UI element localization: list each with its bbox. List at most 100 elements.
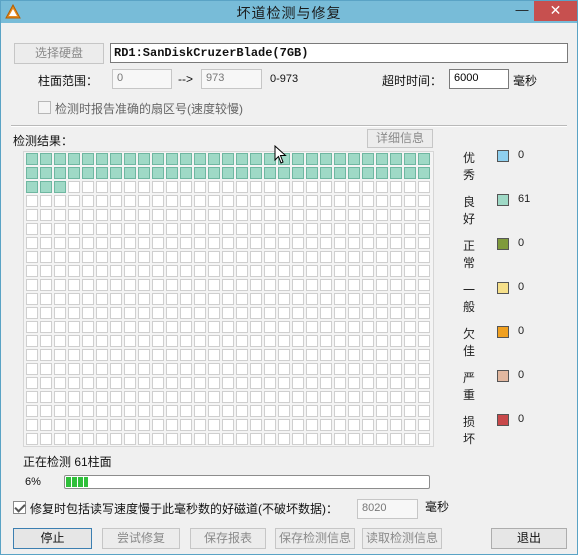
sector-cell-pending bbox=[68, 433, 80, 445]
sector-cell-pending bbox=[68, 265, 80, 277]
sector-cell-pending bbox=[250, 377, 262, 389]
sector-cell-pending bbox=[54, 335, 66, 347]
details-button[interactable]: 详细信息 bbox=[367, 129, 433, 148]
sector-cell-pending bbox=[264, 335, 276, 347]
sector-cell-pending bbox=[194, 419, 206, 431]
sector-cell-pending bbox=[166, 223, 178, 235]
sector-cell-pending bbox=[180, 307, 192, 319]
range-end-input[interactable]: 973 bbox=[201, 69, 262, 89]
sector-cell-good bbox=[376, 153, 388, 165]
sector-cell-pending bbox=[236, 209, 248, 221]
sector-cell-pending bbox=[292, 349, 304, 361]
sector-cell-pending bbox=[278, 195, 290, 207]
sector-cell-pending bbox=[376, 321, 388, 333]
sector-cell-pending bbox=[362, 377, 374, 389]
sector-cell-pending bbox=[194, 181, 206, 193]
sector-cell-pending bbox=[124, 405, 136, 417]
sector-cell-good bbox=[292, 153, 304, 165]
try-repair-button[interactable]: 尝试修复 bbox=[102, 528, 180, 549]
sector-cell-good bbox=[138, 167, 150, 179]
mouse-cursor-icon bbox=[274, 145, 287, 164]
sector-cell-pending bbox=[222, 223, 234, 235]
close-button[interactable]: ✕ bbox=[534, 1, 577, 21]
sector-cell-pending bbox=[68, 321, 80, 333]
sector-cell-pending bbox=[418, 223, 430, 235]
sector-cell-pending bbox=[404, 237, 416, 249]
sector-cell-pending bbox=[166, 433, 178, 445]
sector-cell-pending bbox=[404, 195, 416, 207]
sector-cell-pending bbox=[26, 209, 38, 221]
sector-cell-pending bbox=[404, 209, 416, 221]
repair-threshold-input[interactable]: 8020 bbox=[357, 499, 418, 519]
sector-cell-pending bbox=[222, 293, 234, 305]
select-drive-button[interactable]: 选择硬盘 bbox=[14, 43, 104, 64]
sector-cell-pending bbox=[26, 195, 38, 207]
sector-cell-pending bbox=[376, 181, 388, 193]
sector-cell-pending bbox=[68, 181, 80, 193]
sector-cell-pending bbox=[306, 279, 318, 291]
sector-cell-pending bbox=[68, 405, 80, 417]
sector-cell-pending bbox=[306, 293, 318, 305]
sector-cell-pending bbox=[278, 335, 290, 347]
save-report-button[interactable]: 保存报表 bbox=[190, 528, 266, 549]
sector-cell-pending bbox=[390, 321, 402, 333]
sector-cell-pending bbox=[376, 251, 388, 263]
legend-count: 0 bbox=[518, 281, 525, 293]
sector-cell-pending bbox=[320, 181, 332, 193]
sector-cell-pending bbox=[166, 377, 178, 389]
sector-cell-good bbox=[194, 153, 206, 165]
sector-cell-pending bbox=[222, 181, 234, 193]
sector-map bbox=[23, 151, 434, 447]
sector-cell-pending bbox=[390, 307, 402, 319]
sector-cell-pending bbox=[54, 419, 66, 431]
report-sector-checkbox[interactable] bbox=[38, 101, 51, 114]
sector-cell-pending bbox=[208, 321, 220, 333]
sector-cell-pending bbox=[208, 433, 220, 445]
sector-cell-pending bbox=[208, 419, 220, 431]
title-bar[interactable]: 坏道检测与修复 — ✕ bbox=[1, 1, 577, 23]
sector-cell-pending bbox=[390, 209, 402, 221]
sector-cell-pending bbox=[376, 265, 388, 277]
minimize-button[interactable]: — bbox=[511, 1, 533, 21]
sector-cell-pending bbox=[96, 265, 108, 277]
sector-cell-pending bbox=[26, 377, 38, 389]
range-start-input[interactable]: 0 bbox=[112, 69, 172, 89]
save-info-button[interactable]: 保存检测信息 bbox=[275, 528, 355, 549]
sector-cell-pending bbox=[404, 223, 416, 235]
exit-button[interactable]: 退出 bbox=[491, 528, 567, 549]
sector-cell-pending bbox=[152, 433, 164, 445]
legend-swatch bbox=[497, 194, 509, 206]
sector-cell-good bbox=[124, 153, 136, 165]
sector-cell-good bbox=[418, 153, 430, 165]
sector-cell-pending bbox=[236, 377, 248, 389]
sector-cell-pending bbox=[348, 237, 360, 249]
sector-cell-pending bbox=[250, 405, 262, 417]
sector-cell-pending bbox=[264, 279, 276, 291]
sector-cell-pending bbox=[222, 195, 234, 207]
repair-slow-checkbox[interactable] bbox=[13, 501, 26, 514]
sector-cell-pending bbox=[40, 279, 52, 291]
sector-cell-pending bbox=[110, 349, 122, 361]
sector-cell-pending bbox=[278, 433, 290, 445]
sector-cell-good bbox=[68, 167, 80, 179]
read-info-button[interactable]: 读取检测信息 bbox=[362, 528, 442, 549]
sector-cell-pending bbox=[264, 181, 276, 193]
sector-cell-pending bbox=[292, 223, 304, 235]
sector-cell-pending bbox=[292, 209, 304, 221]
sector-cell-pending bbox=[320, 335, 332, 347]
sector-cell-pending bbox=[236, 321, 248, 333]
sector-cell-pending bbox=[208, 363, 220, 375]
sector-cell-pending bbox=[152, 321, 164, 333]
sector-cell-pending bbox=[292, 321, 304, 333]
sector-cell-pending bbox=[54, 265, 66, 277]
sector-cell-pending bbox=[152, 251, 164, 263]
sector-cell-pending bbox=[40, 209, 52, 221]
sector-cell-pending bbox=[124, 349, 136, 361]
sector-cell-pending bbox=[362, 349, 374, 361]
sector-cell-pending bbox=[222, 433, 234, 445]
sector-cell-pending bbox=[138, 321, 150, 333]
stop-button[interactable]: 停止 bbox=[13, 528, 92, 549]
sector-cell-pending bbox=[306, 265, 318, 277]
sector-cell-pending bbox=[278, 223, 290, 235]
timeout-input[interactable]: 6000 bbox=[449, 69, 509, 89]
